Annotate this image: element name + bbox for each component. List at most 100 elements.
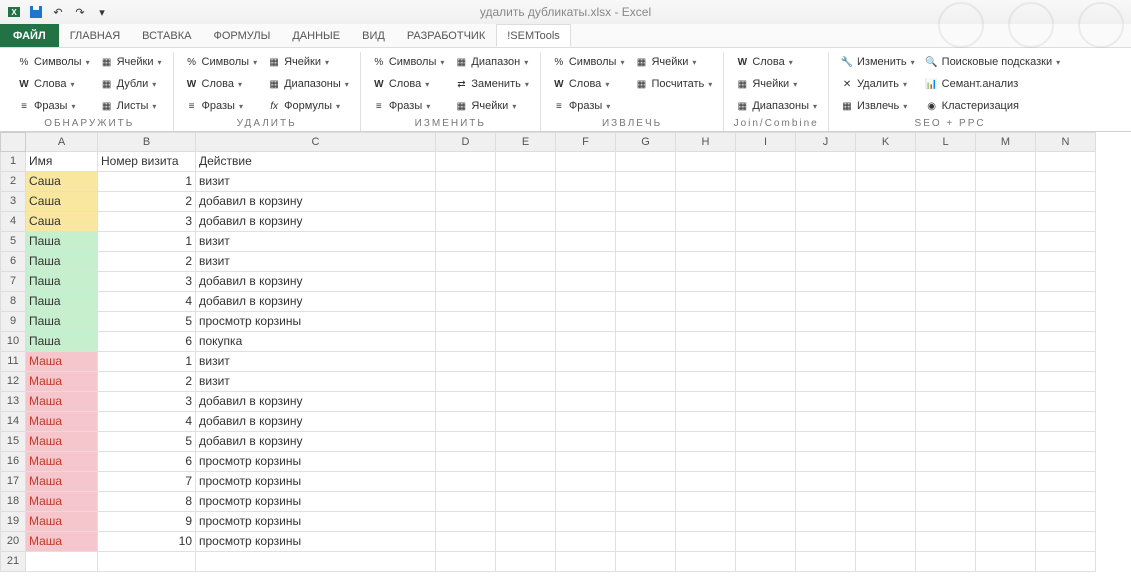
cell-L8[interactable] (916, 292, 976, 312)
cell-M2[interactable] (976, 172, 1036, 192)
cell-A8[interactable]: Паша (26, 292, 98, 312)
cell-G8[interactable] (616, 292, 676, 312)
cell-K1[interactable] (856, 152, 916, 172)
cell-B4[interactable]: 3 (98, 212, 196, 232)
cell-H2[interactable] (676, 172, 736, 192)
cell-E6[interactable] (496, 252, 556, 272)
cell-F2[interactable] (556, 172, 616, 192)
cell-H19[interactable] (676, 512, 736, 532)
cell-M7[interactable] (976, 272, 1036, 292)
cell-H11[interactable] (676, 352, 736, 372)
cell-I19[interactable] (736, 512, 796, 532)
cell-G14[interactable] (616, 412, 676, 432)
cell-I1[interactable] (736, 152, 796, 172)
detect-sheets-button[interactable]: ▦Листы▾ (97, 96, 165, 116)
cell-E14[interactable] (496, 412, 556, 432)
excel-icon[interactable]: X (4, 3, 24, 21)
cell-D14[interactable] (436, 412, 496, 432)
cell-L21[interactable] (916, 552, 976, 572)
cell-D5[interactable] (436, 232, 496, 252)
cell-E12[interactable] (496, 372, 556, 392)
tab-formulas[interactable]: ФОРМУЛЫ (202, 24, 281, 47)
cell-F16[interactable] (556, 452, 616, 472)
cell-D21[interactable] (436, 552, 496, 572)
cell-A13[interactable]: Маша (26, 392, 98, 412)
cell-H5[interactable] (676, 232, 736, 252)
cell-L10[interactable] (916, 332, 976, 352)
cell-I17[interactable] (736, 472, 796, 492)
cell-B6[interactable]: 2 (98, 252, 196, 272)
cell-J5[interactable] (796, 232, 856, 252)
cell-M13[interactable] (976, 392, 1036, 412)
row-header-4[interactable]: 4 (0, 212, 26, 232)
seo-hints-button[interactable]: 🔍Поисковые подсказки▾ (922, 52, 1063, 72)
cell-M17[interactable] (976, 472, 1036, 492)
cell-H15[interactable] (676, 432, 736, 452)
tab-developer[interactable]: РАЗРАБОТЧИК (396, 24, 496, 47)
cell-L16[interactable] (916, 452, 976, 472)
cell-J11[interactable] (796, 352, 856, 372)
cell-B5[interactable]: 1 (98, 232, 196, 252)
cell-H9[interactable] (676, 312, 736, 332)
cell-J14[interactable] (796, 412, 856, 432)
cell-K2[interactable] (856, 172, 916, 192)
cell-L3[interactable] (916, 192, 976, 212)
cell-K3[interactable] (856, 192, 916, 212)
cell-E5[interactable] (496, 232, 556, 252)
cell-E13[interactable] (496, 392, 556, 412)
cell-M10[interactable] (976, 332, 1036, 352)
cell-J20[interactable] (796, 532, 856, 552)
cell-M5[interactable] (976, 232, 1036, 252)
cell-C6[interactable]: визит (196, 252, 436, 272)
cell-A18[interactable]: Маша (26, 492, 98, 512)
cell-M9[interactable] (976, 312, 1036, 332)
cell-F6[interactable] (556, 252, 616, 272)
delete-ranges-button[interactable]: ▦Диапазоны▾ (264, 74, 352, 94)
cell-E15[interactable] (496, 432, 556, 452)
cell-J1[interactable] (796, 152, 856, 172)
cell-J8[interactable] (796, 292, 856, 312)
cell-K17[interactable] (856, 472, 916, 492)
cell-C8[interactable]: добавил в корзину (196, 292, 436, 312)
cell-K21[interactable] (856, 552, 916, 572)
cell-F14[interactable] (556, 412, 616, 432)
cell-L20[interactable] (916, 532, 976, 552)
cell-E3[interactable] (496, 192, 556, 212)
cell-E19[interactable] (496, 512, 556, 532)
cell-E17[interactable] (496, 472, 556, 492)
cell-M4[interactable] (976, 212, 1036, 232)
row-header-15[interactable]: 15 (0, 432, 26, 452)
extract-symbols-button[interactable]: %Символы▾ (549, 52, 628, 72)
row-header-10[interactable]: 10 (0, 332, 26, 352)
cell-D10[interactable] (436, 332, 496, 352)
row-header-14[interactable]: 14 (0, 412, 26, 432)
cell-D13[interactable] (436, 392, 496, 412)
cell-I13[interactable] (736, 392, 796, 412)
cell-M16[interactable] (976, 452, 1036, 472)
cell-J9[interactable] (796, 312, 856, 332)
cell-G19[interactable] (616, 512, 676, 532)
cell-N8[interactable] (1036, 292, 1096, 312)
save-icon[interactable] (26, 3, 46, 21)
cell-K9[interactable] (856, 312, 916, 332)
cell-G3[interactable] (616, 192, 676, 212)
cell-N14[interactable] (1036, 412, 1096, 432)
cell-K5[interactable] (856, 232, 916, 252)
extract-cells-button[interactable]: ▦Ячейки▾ (631, 52, 715, 72)
cell-I7[interactable] (736, 272, 796, 292)
cell-H7[interactable] (676, 272, 736, 292)
cell-J7[interactable] (796, 272, 856, 292)
change-range-button[interactable]: ▦Диапазон▾ (451, 52, 531, 72)
row-header-9[interactable]: 9 (0, 312, 26, 332)
cell-C2[interactable]: визит (196, 172, 436, 192)
cell-C4[interactable]: добавил в корзину (196, 212, 436, 232)
join-cells-button[interactable]: ▦Ячейки▾ (732, 74, 820, 94)
tab-insert[interactable]: ВСТАВКА (131, 24, 202, 47)
cell-D15[interactable] (436, 432, 496, 452)
cell-B17[interactable]: 7 (98, 472, 196, 492)
column-header-F[interactable]: F (556, 132, 616, 152)
cell-I18[interactable] (736, 492, 796, 512)
cell-I14[interactable] (736, 412, 796, 432)
column-header-K[interactable]: K (856, 132, 916, 152)
detect-symbols-button[interactable]: %Символы▾ (14, 52, 93, 72)
